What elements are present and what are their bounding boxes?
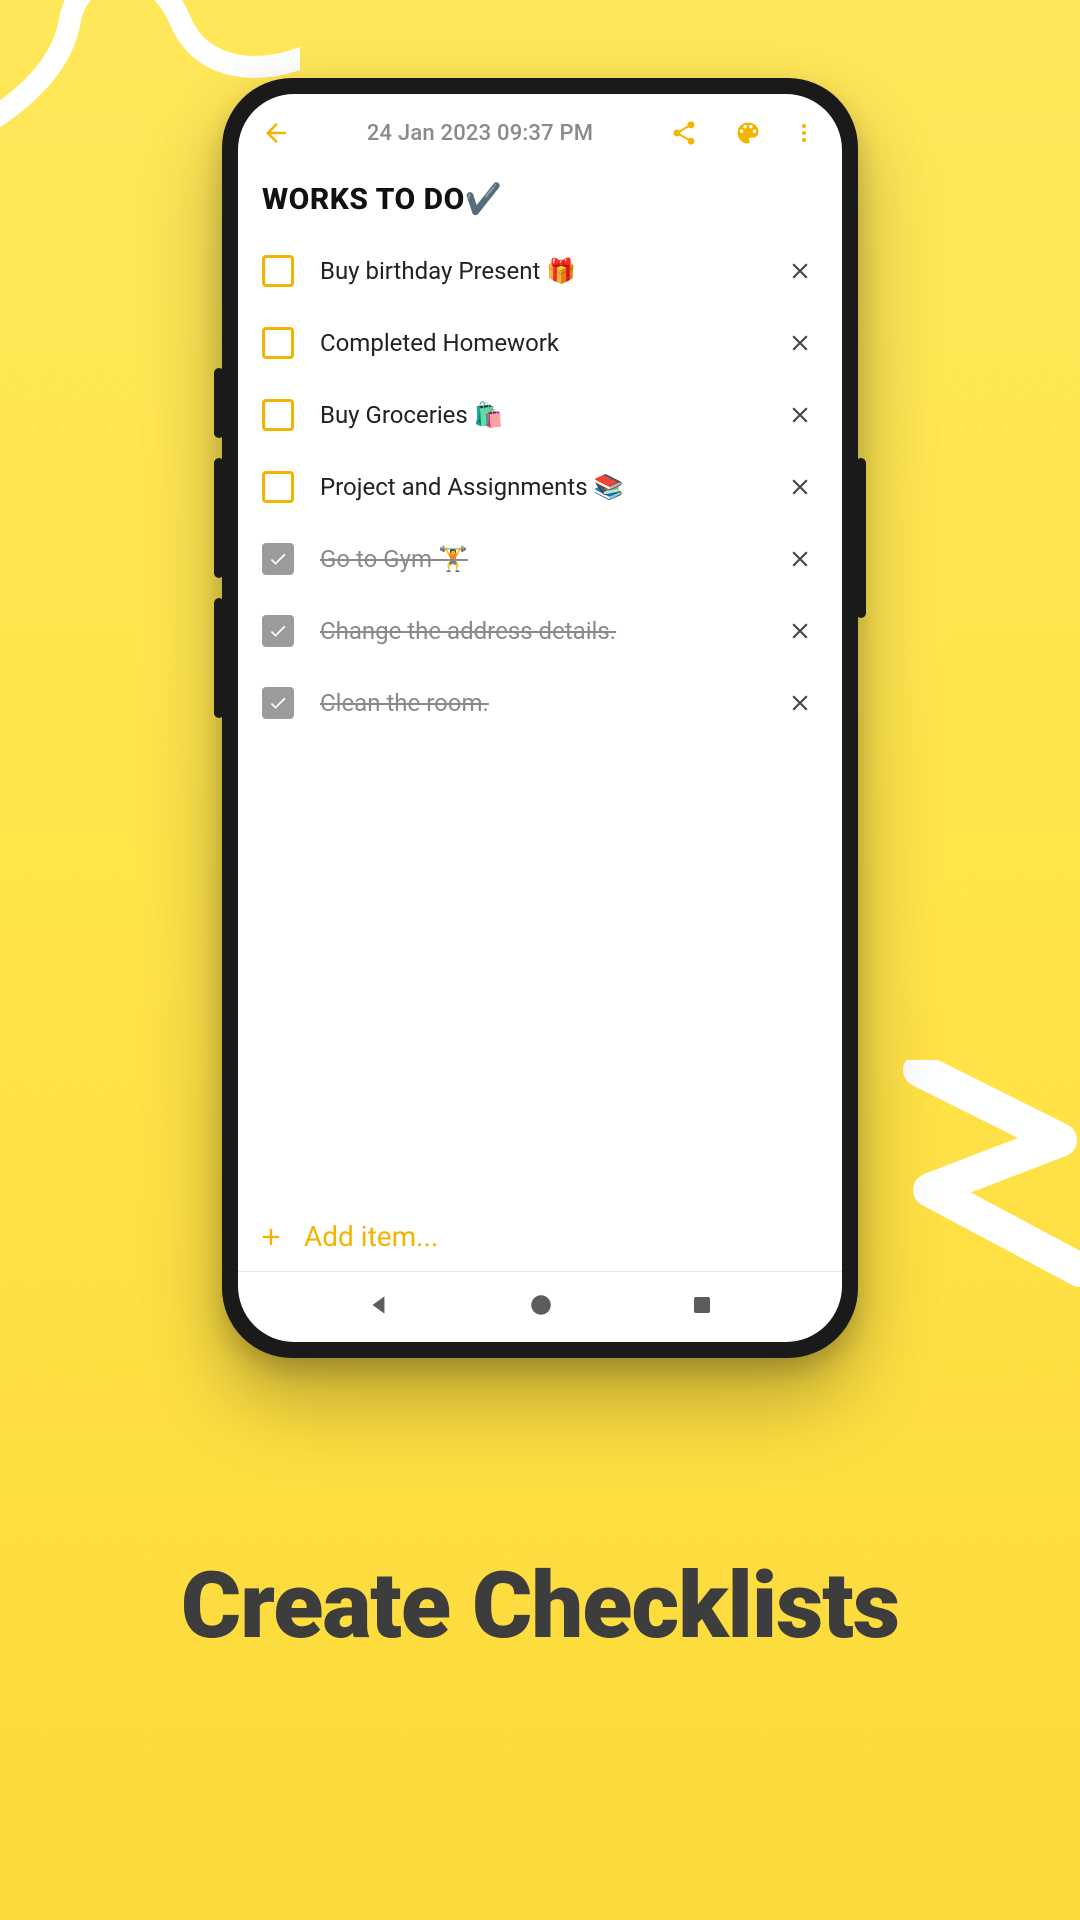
checklist-item: Clean the room. xyxy=(246,667,834,739)
back-button[interactable] xyxy=(248,105,304,161)
check-icon xyxy=(268,693,288,713)
palette-button[interactable] xyxy=(720,105,776,161)
nav-recents-button[interactable] xyxy=(690,1293,714,1321)
checklist-item: Buy Groceries 🛍️ xyxy=(246,379,834,451)
checklist: Buy birthday Present 🎁 Completed Homework… xyxy=(238,235,842,739)
note-timestamp: 24 Jan 2023 09:37 PM xyxy=(312,121,648,146)
checklist-item: Change the address details. xyxy=(246,595,834,667)
share-icon xyxy=(670,119,698,147)
app-header: 24 Jan 2023 09:37 PM xyxy=(238,94,842,172)
close-icon xyxy=(787,474,813,500)
remove-item-button[interactable] xyxy=(778,681,822,725)
checklist-item: Completed Homework xyxy=(246,307,834,379)
checklist-item-text[interactable]: Change the address details. xyxy=(320,617,752,645)
checkbox[interactable] xyxy=(262,687,294,719)
remove-item-button[interactable] xyxy=(778,249,822,293)
more-vert-icon xyxy=(792,121,816,145)
remove-item-button[interactable] xyxy=(778,393,822,437)
checkbox[interactable] xyxy=(262,543,294,575)
add-item-row[interactable]: Add item... xyxy=(238,1202,842,1272)
square-recents-icon xyxy=(690,1293,714,1317)
plus-icon xyxy=(256,1222,286,1252)
checklist-item: Go to Gym 🏋️ xyxy=(246,523,834,595)
remove-item-button[interactable] xyxy=(778,609,822,653)
nav-home-button[interactable] xyxy=(528,1292,554,1322)
more-button[interactable] xyxy=(784,105,824,161)
note-title[interactable]: WORKS TO DO✔️ xyxy=(238,172,842,235)
check-icon xyxy=(268,621,288,641)
share-button[interactable] xyxy=(656,105,712,161)
promo-headline: Create Checklists xyxy=(0,1553,1080,1660)
checklist-item-text[interactable]: Project and Assignments 📚 xyxy=(320,473,752,501)
palette-icon xyxy=(734,119,762,147)
checklist-item: Buy birthday Present 🎁 xyxy=(246,235,834,307)
close-icon xyxy=(787,258,813,284)
checklist-item: Project and Assignments 📚 xyxy=(246,451,834,523)
remove-item-button[interactable] xyxy=(778,537,822,581)
checkbox[interactable] xyxy=(262,471,294,503)
remove-item-button[interactable] xyxy=(778,321,822,365)
checklist-item-text[interactable]: Buy Groceries 🛍️ xyxy=(320,401,752,429)
phone-screen: 24 Jan 2023 09:37 PM WORKS TO DO✔️ xyxy=(238,94,842,1342)
checklist-item-text[interactable]: Go to Gym 🏋️ xyxy=(320,545,752,573)
checklist-item-text[interactable]: Completed Homework xyxy=(320,329,752,357)
bg-squiggle-bottom-right xyxy=(890,1060,1080,1320)
checkbox[interactable] xyxy=(262,399,294,431)
triangle-back-icon xyxy=(366,1292,392,1318)
back-arrow-icon xyxy=(261,118,291,148)
add-item-label: Add item... xyxy=(304,1220,438,1253)
close-icon xyxy=(787,690,813,716)
checklist-item-text[interactable]: Buy birthday Present 🎁 xyxy=(320,257,752,285)
checklist-item-text[interactable]: Clean the room. xyxy=(320,689,752,717)
close-icon xyxy=(787,402,813,428)
phone-frame: 24 Jan 2023 09:37 PM WORKS TO DO✔️ xyxy=(222,78,858,1358)
android-navbar xyxy=(238,1272,842,1342)
checkbox[interactable] xyxy=(262,255,294,287)
close-icon xyxy=(787,546,813,572)
circle-home-icon xyxy=(528,1292,554,1318)
close-icon xyxy=(787,330,813,356)
nav-back-button[interactable] xyxy=(366,1292,392,1322)
check-icon xyxy=(268,549,288,569)
close-icon xyxy=(787,618,813,644)
checkbox[interactable] xyxy=(262,615,294,647)
remove-item-button[interactable] xyxy=(778,465,822,509)
checkbox[interactable] xyxy=(262,327,294,359)
